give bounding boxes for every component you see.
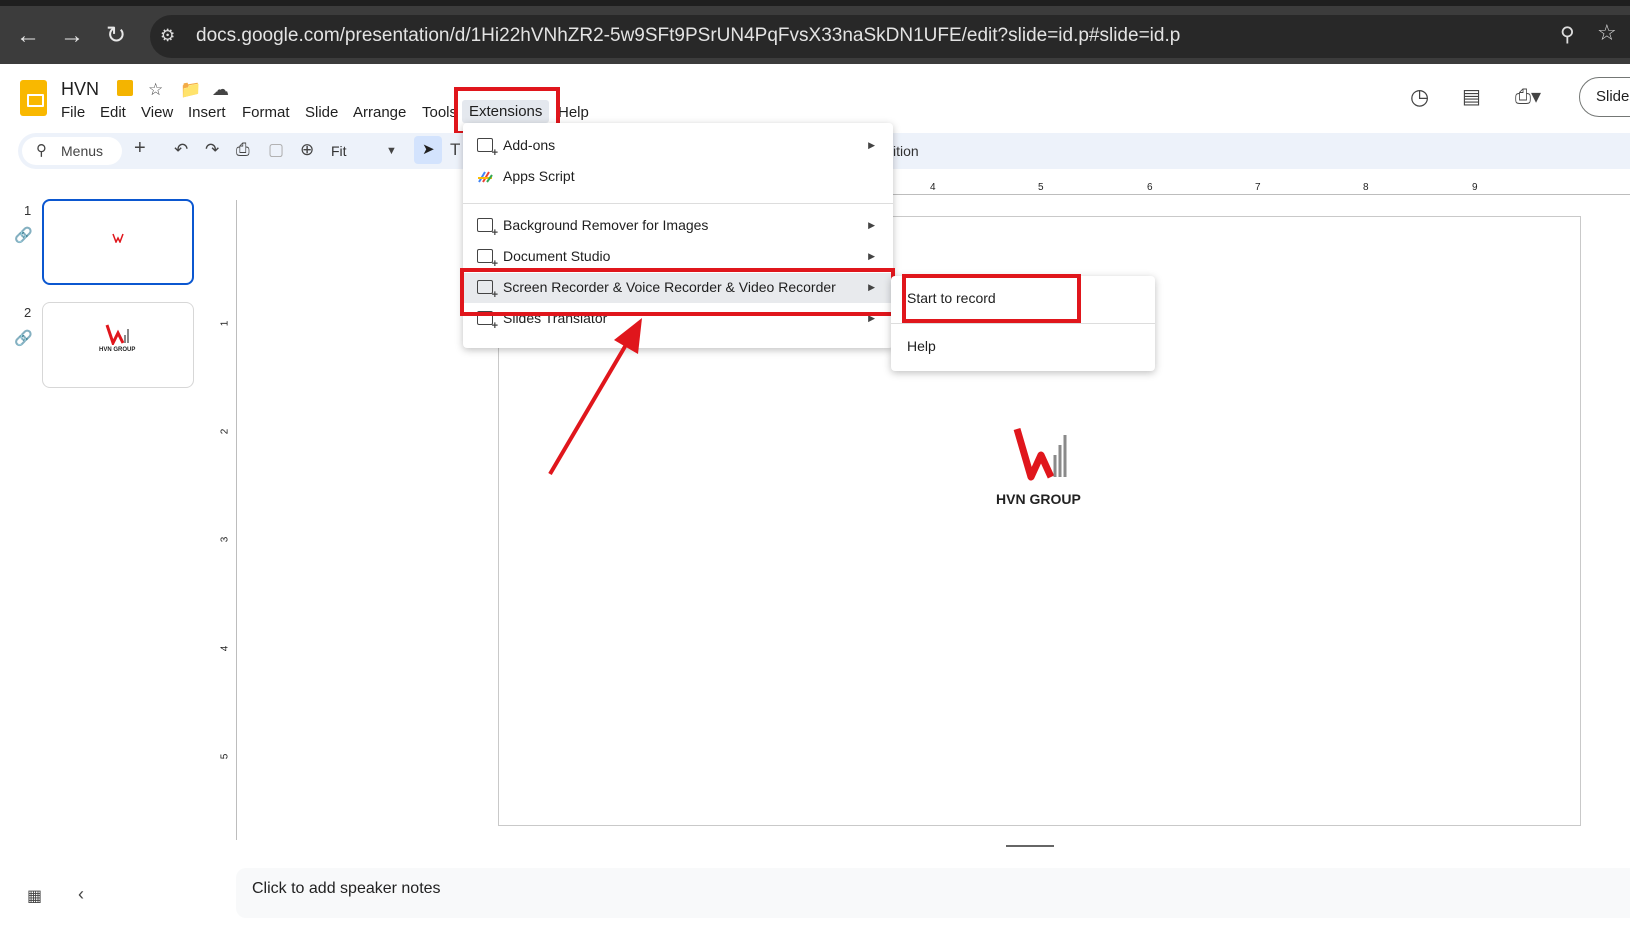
- zoom-select[interactable]: Fit: [331, 143, 347, 159]
- transition-button[interactable]: ition: [893, 143, 919, 159]
- version-history-icon[interactable]: ◷: [1410, 84, 1429, 110]
- logo-text: HVN GROUP: [996, 491, 1081, 507]
- presentation-badge-icon: [117, 80, 133, 96]
- add-on-icon: [477, 218, 498, 239]
- meet-camera-icon[interactable]: ⎙▾: [1515, 84, 1541, 109]
- slide-thumbnail-1[interactable]: [42, 199, 194, 285]
- grid-view-icon[interactable]: ▦: [27, 886, 42, 906]
- add-on-icon: [477, 138, 498, 159]
- menu-edit[interactable]: Edit: [100, 104, 126, 121]
- ruler-tick: 7: [1255, 182, 1261, 193]
- menu-item-background-remover[interactable]: Background Remover for Images ▶: [463, 211, 893, 241]
- menu-insert[interactable]: Insert: [188, 104, 226, 121]
- ruler-tick: 4: [930, 182, 936, 193]
- ruler-tick: 8: [1363, 182, 1369, 193]
- slide-number: 1: [24, 203, 32, 218]
- thumb-caption: HVN GROUP: [99, 347, 136, 353]
- undo-icon[interactable]: ↶: [174, 140, 188, 160]
- link-icon: 🔗: [14, 227, 33, 244]
- star-icon[interactable]: ☆: [148, 80, 163, 100]
- search-menus-input[interactable]: ⚲ Menus: [22, 137, 122, 165]
- menu-item-help[interactable]: Help: [907, 338, 936, 354]
- search-icon: ⚲: [36, 142, 47, 159]
- hvn-logo-icon: [105, 324, 129, 345]
- slideshow-button[interactable]: Slides: [1579, 77, 1630, 117]
- ruler-tick: 9: [1472, 182, 1478, 193]
- menu-arrange[interactable]: Arrange: [353, 104, 406, 121]
- annotation-arrow-icon: [548, 318, 642, 476]
- select-tool-button[interactable]: ➤: [414, 136, 442, 164]
- arrow-right-icon[interactable]: →: [57, 21, 87, 51]
- cloud-status-icon: ☁: [212, 80, 229, 99]
- zoom-icon[interactable]: ⚲: [1560, 22, 1575, 47]
- vertical-ruler: 1 2 3 4 5: [219, 200, 237, 840]
- menu-format[interactable]: Format: [242, 104, 290, 121]
- slideshow-label: Slides: [1596, 88, 1630, 105]
- link-icon: 🔗: [14, 330, 33, 347]
- textbox-icon[interactable]: T: [450, 140, 460, 160]
- apps-script-icon: [478, 171, 493, 183]
- menu-help[interactable]: Help: [558, 104, 589, 121]
- speaker-notes-placeholder[interactable]: Click to add speaker notes: [252, 880, 441, 898]
- search-label: Menus: [61, 143, 104, 159]
- submenu-arrow-icon: ▶: [868, 140, 875, 150]
- menu-file[interactable]: File: [61, 104, 85, 121]
- horizontal-ruler: 4 5 6 7 8 9: [236, 180, 1630, 196]
- redo-icon[interactable]: ↷: [205, 140, 219, 160]
- menu-item-label: Add-ons: [503, 137, 556, 153]
- collapse-panel-icon[interactable]: ‹: [78, 884, 84, 905]
- hvn-logo-icon-small: [112, 233, 124, 243]
- paint-format-icon[interactable]: ▢: [268, 140, 284, 160]
- menu-slide[interactable]: Slide: [305, 104, 338, 121]
- ruler-tick: 5: [1038, 182, 1044, 193]
- comments-icon[interactable]: ▤: [1462, 84, 1481, 109]
- add-on-icon: [477, 249, 498, 270]
- ruler-tick: 6: [1147, 182, 1153, 193]
- menu-item-apps-script[interactable]: Apps Script: [463, 162, 893, 192]
- new-slide-plus-icon[interactable]: +: [134, 137, 146, 160]
- notes-resize-handle[interactable]: [1006, 845, 1054, 847]
- chevron-down-icon[interactable]: ▼: [386, 145, 397, 157]
- slide-thumbnail-2[interactable]: HVN GROUP: [42, 302, 194, 388]
- cursor-icon: ➤: [422, 141, 435, 158]
- bookmark-star-icon[interactable]: ☆: [1597, 20, 1617, 46]
- ruler-tick: 3: [219, 536, 231, 543]
- menu-divider: [463, 203, 893, 204]
- menu-tools[interactable]: Tools: [422, 104, 457, 121]
- slides-logo-icon[interactable]: [20, 80, 47, 116]
- highlight-box-screen-recorder: [460, 268, 895, 316]
- ruler-tick: 5: [219, 753, 231, 760]
- speaker-notes-area[interactable]: [236, 868, 1630, 918]
- tab-strip: [0, 0, 1630, 6]
- arrow-left-icon[interactable]: ←: [13, 21, 43, 51]
- menu-item-label: Document Studio: [503, 248, 611, 264]
- menu-item-label: Background Remover for Images: [503, 217, 709, 233]
- ruler-tick: 2: [219, 428, 231, 435]
- ruler-tick: 4: [219, 645, 231, 652]
- site-settings-icon[interactable]: ⚙: [160, 26, 175, 46]
- zoom-icon-toolbar[interactable]: ⊕: [300, 140, 314, 160]
- menu-view[interactable]: View: [141, 104, 173, 121]
- ruler-tick: 1: [219, 320, 231, 327]
- highlight-box-start-to-record: [902, 274, 1081, 323]
- menu-item-label: Apps Script: [503, 168, 575, 184]
- move-folder-icon[interactable]: 📁: [180, 80, 201, 100]
- reload-icon[interactable]: ↻: [101, 21, 131, 51]
- document-title[interactable]: HVN: [61, 79, 99, 100]
- slide-number: 2: [24, 305, 32, 320]
- submenu-arrow-icon: ▶: [868, 220, 875, 230]
- submenu-arrow-icon: ▶: [868, 251, 875, 261]
- url-text[interactable]: docs.google.com/presentation/d/1Hi22hVNh…: [196, 25, 1180, 47]
- menu-divider: [891, 323, 1155, 324]
- menu-item-add-ons[interactable]: Add-ons ▶: [463, 131, 893, 161]
- hvn-logo-icon[interactable]: [1013, 425, 1069, 481]
- print-icon[interactable]: ⎙: [236, 140, 250, 160]
